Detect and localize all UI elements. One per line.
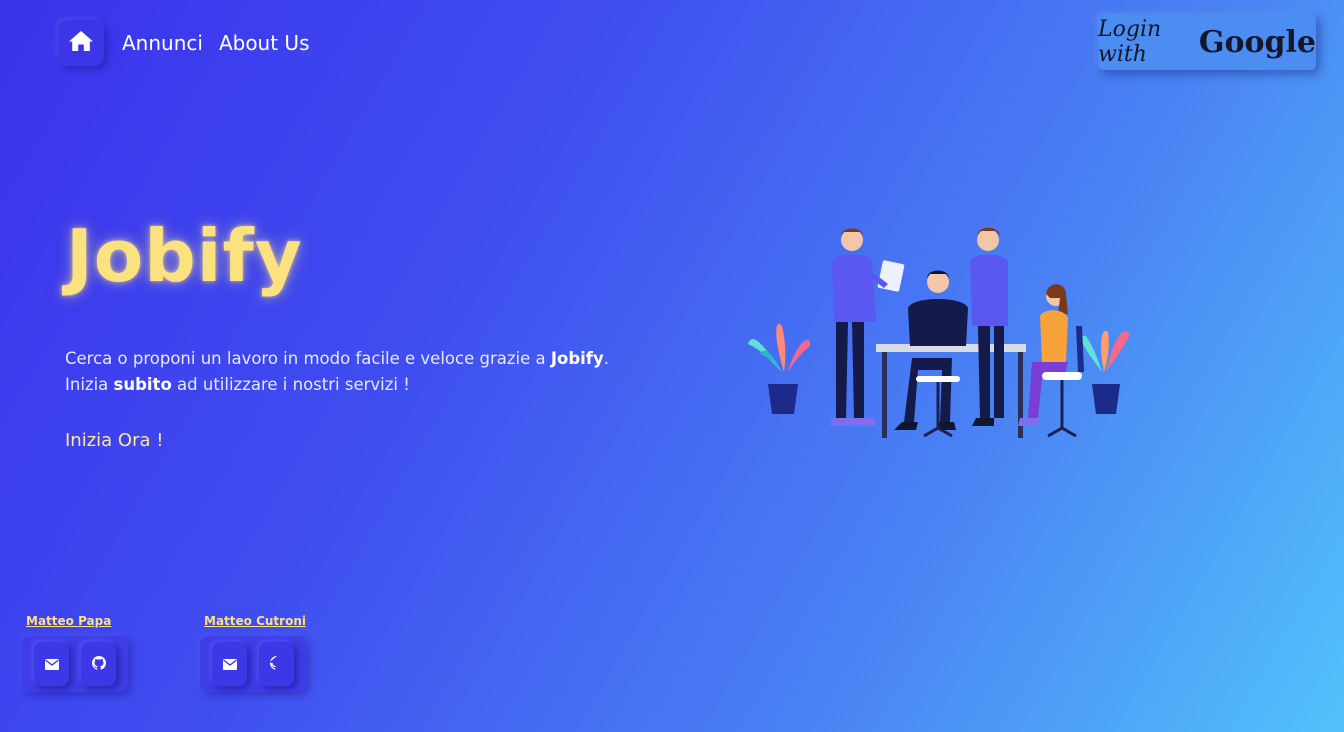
plant-right-icon (1081, 330, 1130, 414)
login-label: Login with (1098, 17, 1162, 67)
author-contact-box (22, 636, 128, 692)
envelope-icon (44, 655, 59, 674)
person-sitting-right (1018, 284, 1084, 426)
nav-link-about-us[interactable]: About Us (219, 31, 310, 55)
top-nav: Annunci About Us (58, 20, 309, 66)
desc-bold: subito (113, 375, 172, 394)
envelope-icon (222, 655, 237, 674)
desc-bold: Jobify (550, 349, 604, 368)
author-name-link[interactable]: Matteo Papa (26, 614, 128, 628)
jobify-logo: Jobify (66, 214, 303, 298)
desc-text: ad utilizzare i nostri servizi ! (171, 375, 410, 394)
email-button[interactable] (34, 642, 69, 686)
hero-description: Cerca o proponi un lavoro in modo facile… (65, 346, 609, 398)
desc-text: . (603, 349, 609, 368)
github-icon (91, 655, 106, 674)
github-button[interactable] (259, 642, 294, 686)
person-standing-left (830, 228, 905, 426)
google-label: Google (1198, 24, 1316, 60)
email-button[interactable] (212, 642, 247, 686)
github-icon (268, 655, 284, 674)
desc-text: Cerca o proponi un lavoro in modo facile… (65, 349, 551, 368)
author-name-link[interactable]: Matteo Cutroni (204, 614, 306, 628)
home-button[interactable] (58, 20, 104, 66)
github-button[interactable] (81, 642, 116, 686)
person-standing-right (970, 227, 1008, 426)
plant-left-icon (748, 323, 811, 414)
desc-text: Inizia (65, 375, 114, 394)
author-card-cutroni: Matteo Cutroni (200, 614, 306, 692)
login-google-button[interactable]: Login with Google (1098, 14, 1316, 70)
author-contact-box (200, 636, 306, 692)
nav-link-annunci[interactable]: Annunci (122, 31, 203, 55)
start-now-link[interactable]: Inizia Ora ! (65, 430, 163, 451)
team-illustration (742, 222, 1142, 448)
author-card-papa: Matteo Papa (22, 614, 128, 692)
home-icon (68, 29, 94, 57)
